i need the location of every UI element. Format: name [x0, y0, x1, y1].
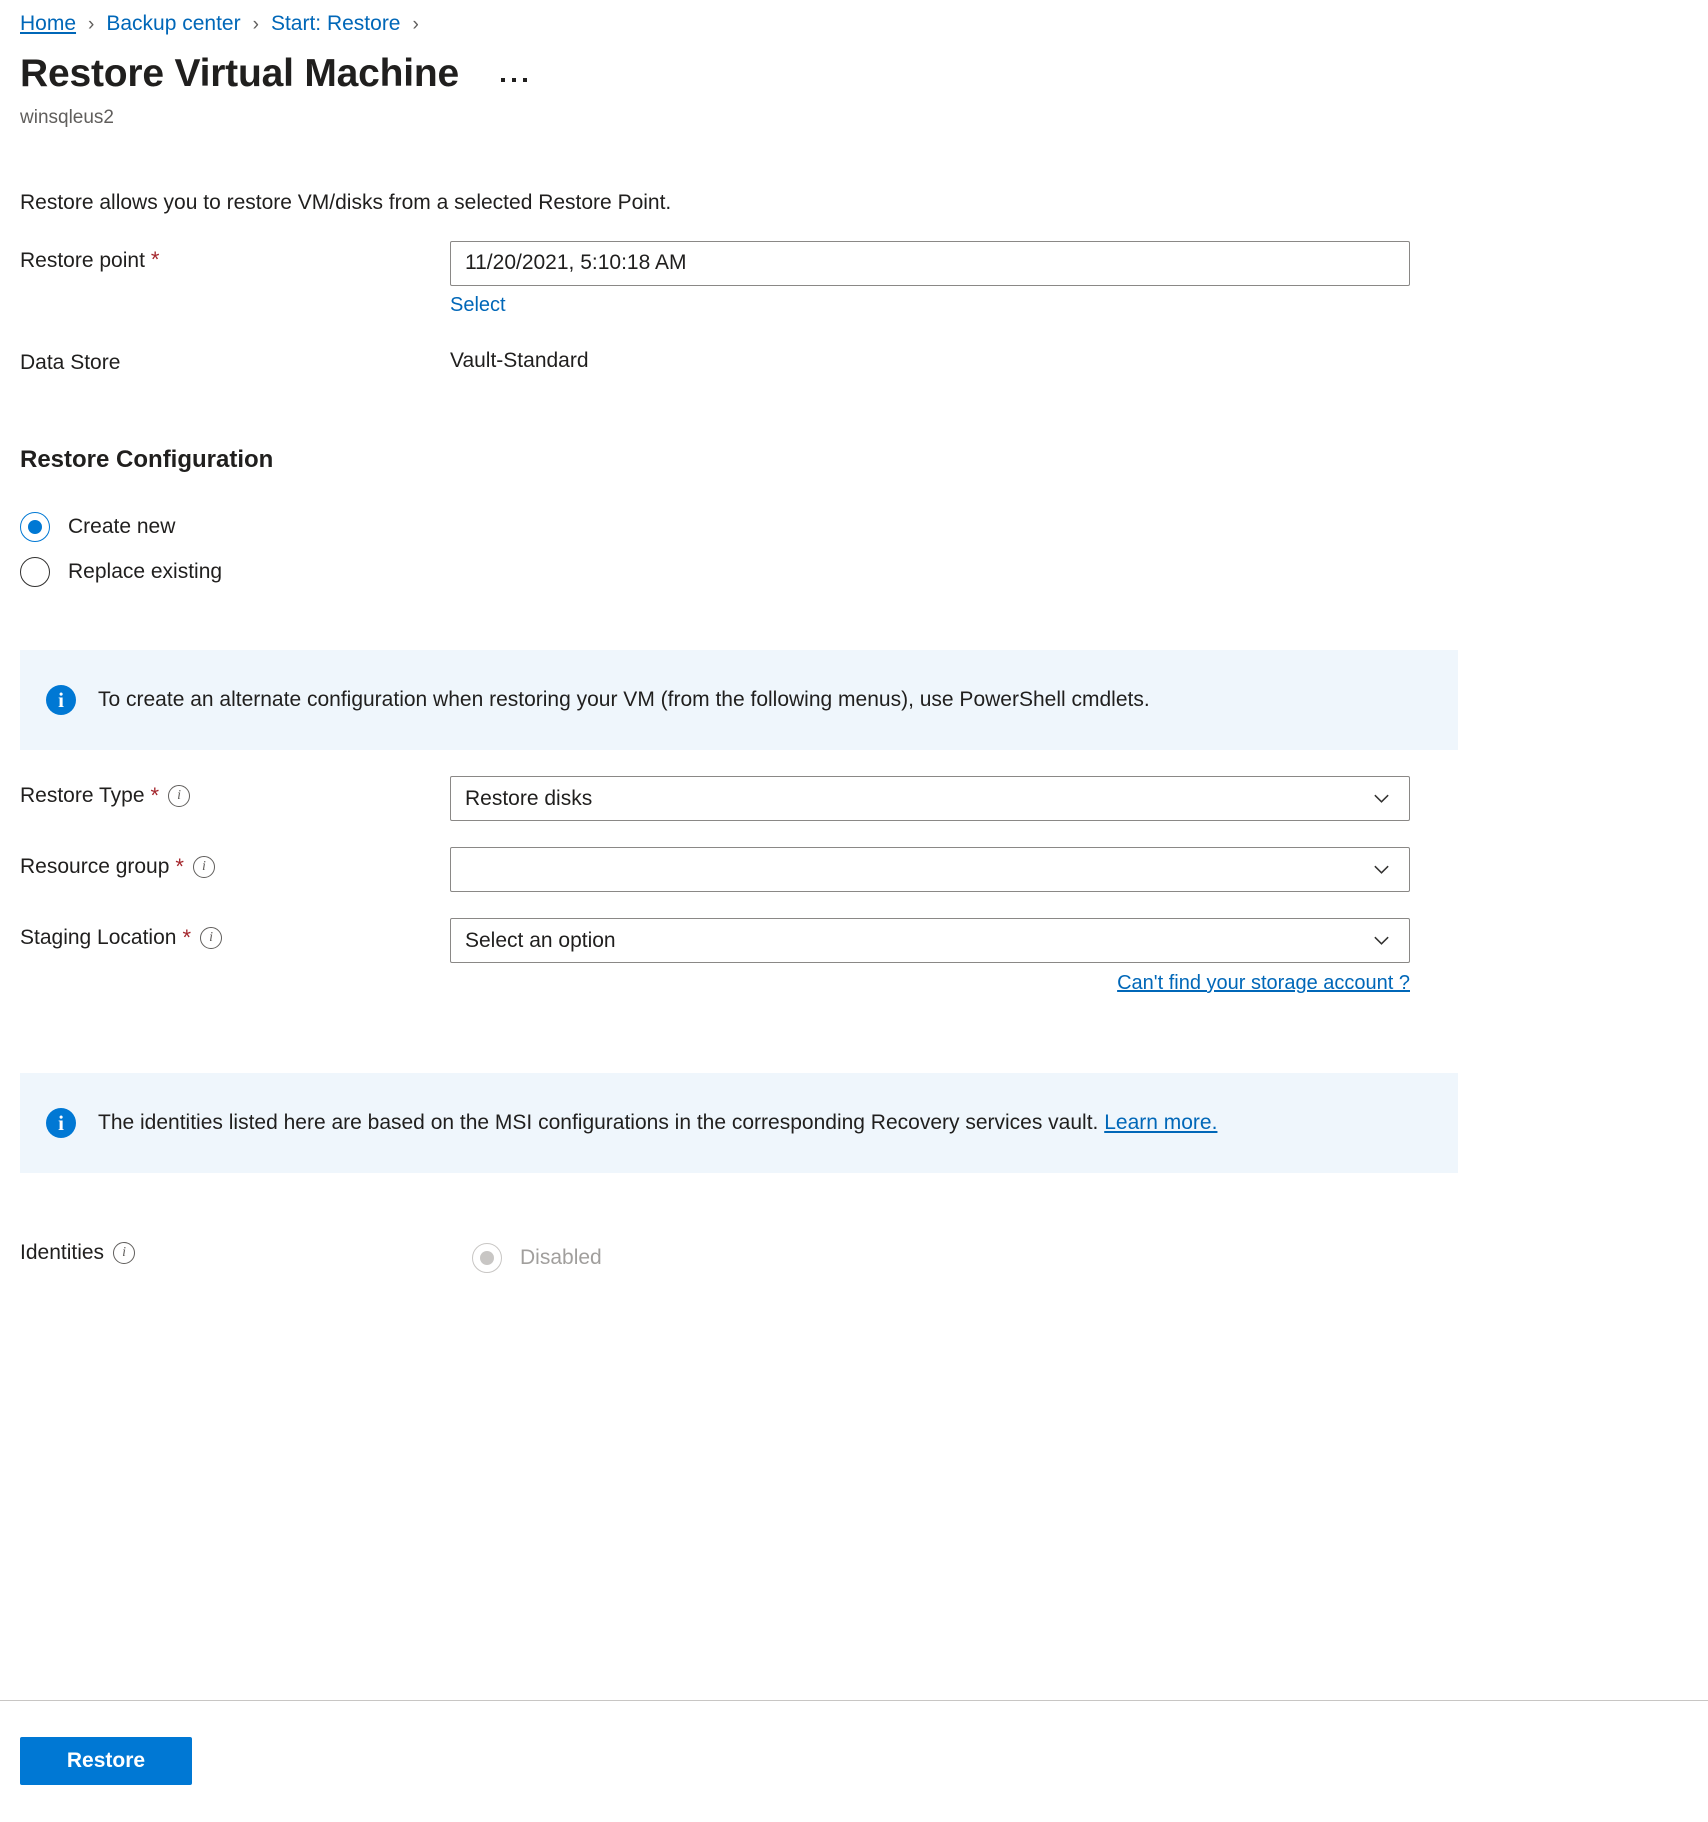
restore-configuration-heading: Restore Configuration: [20, 446, 274, 474]
breadcrumb-item-start-restore[interactable]: Start: Restore: [271, 12, 401, 36]
info-tooltip-icon[interactable]: i: [192, 855, 215, 878]
info-banner-powershell: i To create an alternate configuration w…: [20, 650, 1458, 751]
select-restore-point-link[interactable]: Select: [450, 294, 506, 317]
breadcrumb-separator-icon: ›: [88, 13, 95, 35]
resource-group-label: Resource group * i: [20, 847, 450, 880]
ellipsis-dot: [501, 78, 505, 83]
restore-type-dropdown[interactable]: Restore disks: [450, 776, 1410, 822]
restore-type-label: Restore Type * i: [20, 776, 450, 809]
chevron-down-icon: [1372, 789, 1391, 808]
info-tooltip-icon[interactable]: i: [200, 926, 223, 949]
info-tooltip-icon[interactable]: i: [113, 1241, 136, 1264]
footer-action-bar: Restore: [0, 1700, 1708, 1822]
restore-point-field-col: 11/20/2021, 5:10:18 AM Select: [450, 240, 1688, 317]
resource-group-label-text: Resource group: [20, 855, 170, 879]
resource-group-field-col: [450, 847, 1688, 893]
required-asterisk: *: [182, 924, 192, 950]
chevron-down-icon: [1372, 860, 1391, 879]
restore-point-row: Restore point * 11/20/2021, 5:10:18 AM S…: [20, 240, 1688, 317]
storage-account-help-container: Can't find your storage account ?: [450, 972, 1410, 995]
breadcrumb-separator-icon: ›: [252, 13, 259, 35]
data-store-label: Data Store: [20, 343, 450, 376]
restore-button[interactable]: Restore: [20, 1737, 192, 1785]
restore-point-label: Restore point *: [20, 241, 450, 274]
identities-row: Identities i Disabled: [20, 1233, 1688, 1280]
restore-configuration-radio-group: Create new Replace existing: [20, 504, 1688, 594]
radio-mark-icon: [472, 1242, 502, 1273]
restore-point-label-text: Restore point: [20, 248, 145, 272]
title-row: Restore Virtual Machine: [20, 52, 1688, 97]
restore-point-input[interactable]: 11/20/2021, 5:10:18 AM: [450, 240, 1410, 286]
more-options-icon[interactable]: [497, 72, 531, 88]
data-store-value: Vault-Standard: [450, 348, 589, 372]
chevron-down-icon: [1372, 931, 1391, 950]
info-icon: i: [46, 685, 76, 716]
learn-more-link[interactable]: Learn more.: [1104, 1111, 1217, 1134]
radio-mark-icon: [20, 511, 50, 542]
radio-create-new[interactable]: Create new: [20, 504, 1688, 549]
identities-label-text: Identities: [20, 1241, 105, 1265]
ellipsis-dot: [523, 78, 527, 83]
breadcrumb-item-home[interactable]: Home: [20, 12, 76, 36]
identities-option-label: Disabled: [520, 1245, 602, 1269]
breadcrumb-separator-icon: ›: [412, 13, 419, 35]
staging-location-label: Staging Location * i: [20, 918, 450, 951]
info-icon: i: [46, 1108, 76, 1139]
identities-value-col: Disabled: [472, 1233, 602, 1280]
cant-find-storage-account-link[interactable]: Can't find your storage account ?: [1117, 972, 1410, 994]
restore-type-label-text: Restore Type: [20, 784, 145, 808]
radio-mark-icon: [20, 556, 50, 587]
ellipsis-dot: [512, 78, 516, 83]
restore-type-row: Restore Type * i Restore disks: [20, 776, 1688, 822]
restore-type-field-col: Restore disks: [450, 776, 1688, 822]
radio-create-new-label: Create new: [68, 514, 176, 538]
identities-label: Identities i: [20, 1233, 450, 1266]
breadcrumb: Home › Backup center › Start: Restore ›: [20, 0, 1688, 40]
restore-virtual-machine-blade: Home › Backup center › Start: Restore › …: [0, 0, 1708, 1822]
data-store-field-col: Vault-Standard: [450, 343, 1688, 373]
required-asterisk: *: [175, 853, 184, 879]
staging-location-field-col: Select an option Can't find your storage…: [450, 918, 1688, 995]
info-banner-identities-text: The identities listed here are based on …: [98, 1108, 1217, 1137]
page-title: Restore Virtual Machine: [20, 52, 459, 95]
resource-group-row: Resource group * i: [20, 847, 1688, 893]
staging-location-dropdown[interactable]: Select an option: [450, 918, 1410, 964]
resource-group-dropdown[interactable]: [450, 847, 1410, 893]
staging-location-label-text: Staging Location: [20, 926, 177, 950]
info-banner-identities: i The identities listed here are based o…: [20, 1073, 1458, 1174]
staging-location-value: Select an option: [465, 928, 616, 952]
required-asterisk: *: [150, 247, 160, 273]
info-tooltip-icon[interactable]: i: [168, 784, 191, 807]
intro-text: Restore allows you to restore VM/disks f…: [20, 190, 672, 214]
radio-replace-existing[interactable]: Replace existing: [20, 549, 1688, 594]
required-asterisk: *: [150, 782, 160, 808]
page-subtitle: winsqleus2: [20, 106, 114, 128]
breadcrumb-item-backup-center[interactable]: Backup center: [106, 12, 240, 36]
data-store-row: Data Store Vault-Standard: [20, 343, 1688, 376]
radio-identities-disabled: Disabled: [472, 1235, 602, 1280]
info-banner-identities-message: The identities listed here are based on …: [98, 1111, 1099, 1135]
restore-type-value: Restore disks: [465, 786, 593, 810]
data-store-label-text: Data Store: [20, 350, 121, 374]
radio-replace-existing-label: Replace existing: [68, 559, 223, 583]
staging-location-row: Staging Location * i Select an option Ca…: [20, 918, 1688, 995]
info-banner-powershell-text: To create an alternate configuration whe…: [98, 688, 1150, 712]
